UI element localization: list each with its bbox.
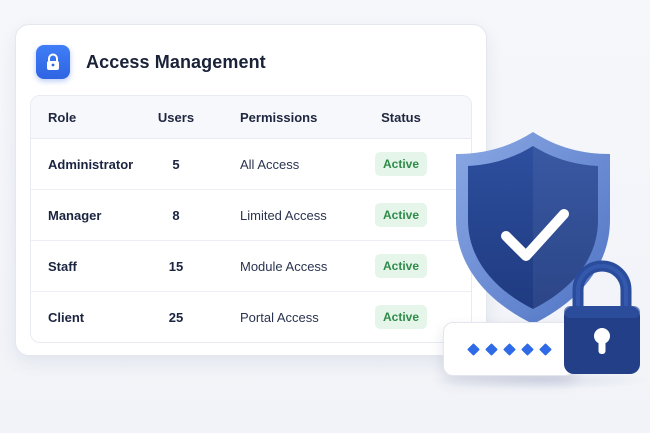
table-row[interactable]: Manager 8 Limited Access Active (31, 190, 471, 241)
password-field (443, 322, 575, 376)
users-cell: 8 (172, 207, 180, 223)
password-dot (466, 342, 480, 356)
password-dot (520, 342, 534, 356)
permissions-cell: Limited Access (240, 207, 327, 223)
page-title: Access Management (86, 51, 266, 72)
status-cell: Active (371, 292, 431, 342)
status-badge: Active (374, 152, 428, 176)
column-header-status[interactable]: Status (371, 96, 431, 138)
permissions-cell: All Access (240, 156, 300, 172)
column-header-users[interactable]: Users (151, 96, 201, 138)
lock-icon (36, 45, 70, 79)
column-header-role[interactable]: Role (48, 96, 76, 138)
role-cell: Staff (48, 258, 77, 274)
padlock-icon (560, 252, 644, 378)
password-dot (484, 342, 498, 356)
role-cell: Client (48, 309, 85, 325)
users-cell: 25 (168, 309, 184, 325)
status-badge: Active (374, 305, 428, 329)
role-cell: Manager (48, 207, 102, 223)
status-cell: Active (371, 139, 431, 189)
permissions-cell: Module Access (240, 258, 328, 274)
status-cell: Active (371, 190, 431, 240)
table-row[interactable]: Administrator 5 All Access Active (31, 139, 471, 190)
password-dot (538, 342, 552, 356)
access-table: Role Users Permissions Status Administra… (30, 95, 472, 343)
column-header-permissions[interactable]: Permissions (240, 96, 317, 138)
password-dot (502, 342, 516, 356)
table-header: Role Users Permissions Status (31, 96, 471, 139)
status-cell: Active (371, 241, 431, 291)
users-cell: 5 (172, 156, 180, 172)
access-management-card: Access Management Role Users Permissions… (15, 24, 487, 356)
status-badge: Active (374, 254, 428, 278)
table-row[interactable]: Client 25 Portal Access Active (31, 292, 471, 342)
role-cell: Administrator (48, 156, 134, 172)
card-header: Access Management (36, 45, 266, 79)
table-row[interactable]: Staff 15 Module Access Active (31, 241, 471, 292)
status-badge: Active (374, 203, 428, 227)
permissions-cell: Portal Access (240, 309, 319, 325)
users-cell: 15 (168, 258, 184, 274)
